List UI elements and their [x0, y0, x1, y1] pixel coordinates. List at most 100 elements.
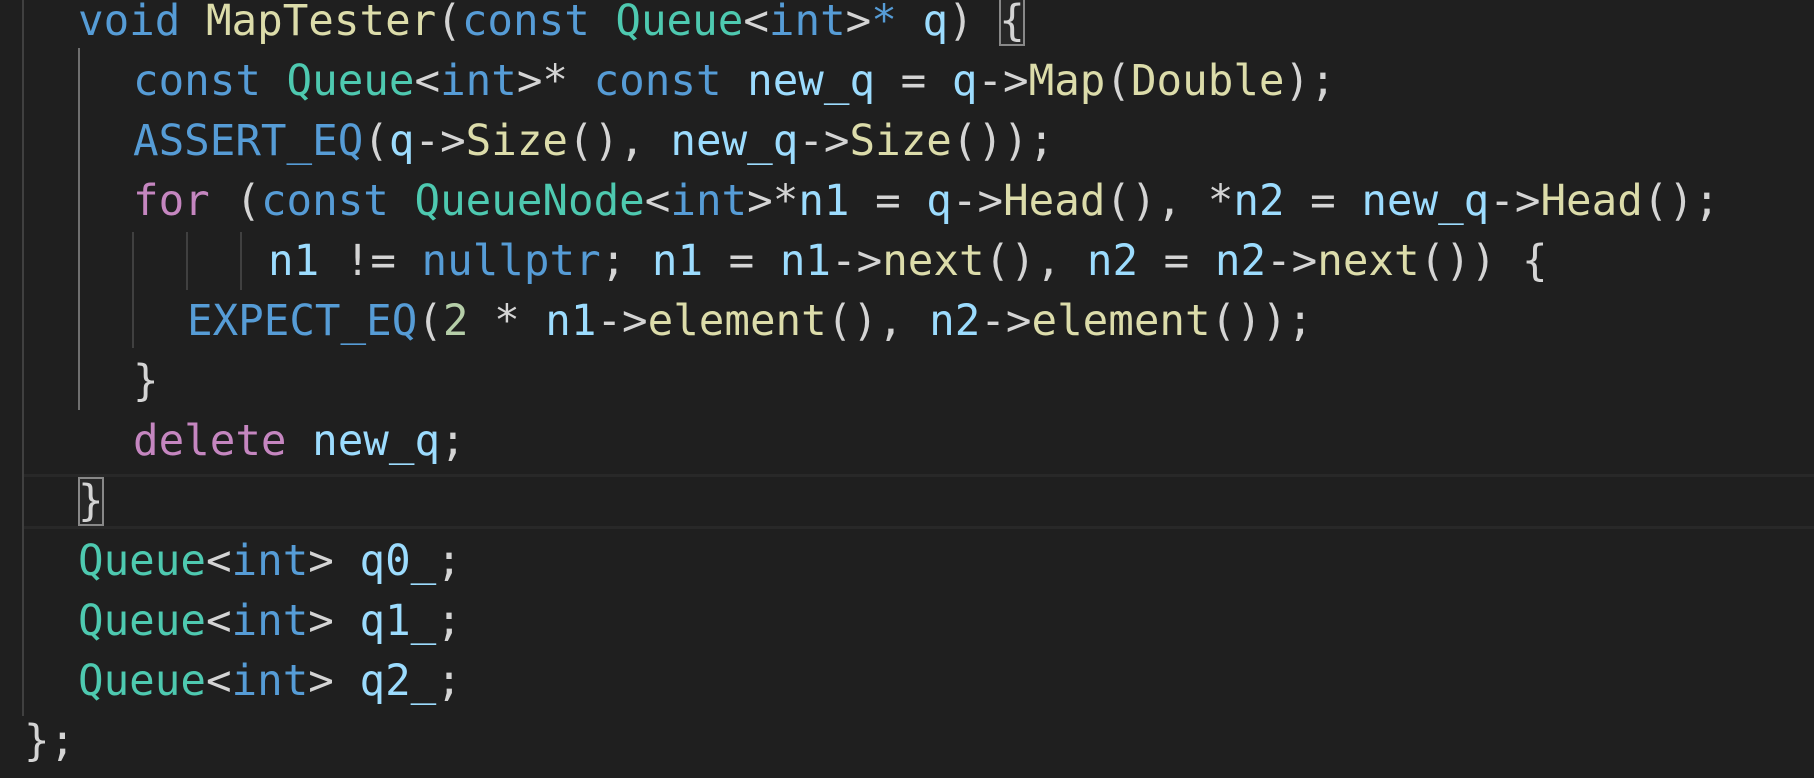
code-token: q [388, 117, 415, 166]
code-token: ( [209, 177, 261, 226]
code-text: n1 != nullptr; n1 = n1->next(), n2 = n2-… [268, 232, 1548, 292]
code-text: Queue<int> q1_; [78, 592, 462, 652]
code-token: n1 [779, 237, 831, 286]
code-token: int [768, 0, 846, 46]
code-token: ( [1105, 57, 1131, 106]
code-token: = [1284, 177, 1362, 226]
code-token: ; [440, 417, 466, 466]
code-token: ); [1284, 57, 1336, 106]
code-token: Queue [78, 657, 206, 706]
code-token: 2 [442, 297, 469, 346]
code-token: -> [951, 177, 1004, 226]
code-token: q0_ [359, 537, 437, 586]
code-line-9[interactable]: } [0, 472, 1814, 532]
code-token: ()); [1210, 297, 1313, 346]
code-token: Size [465, 117, 569, 166]
code-token: = [875, 57, 952, 106]
code-token: const [593, 57, 722, 106]
code-token: new_q [747, 57, 876, 106]
code-token: element [1031, 297, 1211, 346]
code-token: -> [831, 237, 883, 286]
code-token: = [703, 237, 780, 286]
code-line-10[interactable]: Queue<int> q0_; [0, 532, 1814, 592]
code-line-13[interactable]: }; [0, 712, 1814, 772]
code-token: Queue [78, 537, 206, 586]
code-token: (), [984, 237, 1087, 286]
code-token: < [205, 537, 232, 586]
code-token: (), * [1105, 177, 1234, 226]
code-token: Head [1003, 177, 1106, 226]
code-token: EXPECT_EQ [187, 297, 418, 346]
code-token: Size [849, 117, 952, 166]
code-line-5[interactable]: n1 != nullptr; n1 = n1->next(), n2 = n2-… [0, 232, 1814, 292]
code-line-4[interactable]: for (const QueueNode<int>*n1 = q->Head()… [0, 172, 1814, 232]
code-editor[interactable]: void MapTester(const Queue<int>* q) { co… [0, 0, 1814, 778]
code-token: Map [1028, 57, 1106, 106]
code-token: > [845, 0, 872, 46]
code-token: -> [596, 297, 648, 346]
code-token: void [78, 0, 181, 46]
code-text: Queue<int> q0_; [78, 532, 462, 592]
code-token: = [1138, 237, 1215, 286]
code-token: ) [948, 0, 1000, 46]
code-text: Queue<int> q2_; [78, 652, 462, 712]
code-token: for [133, 177, 210, 226]
code-line-12[interactable]: Queue<int> q2_; [0, 652, 1814, 712]
code-line-8[interactable]: delete new_q; [0, 412, 1814, 472]
code-token: ()) { [1419, 237, 1548, 286]
code-token: ( [436, 0, 462, 46]
code-text: }; [24, 712, 75, 772]
code-token: q [951, 57, 978, 106]
code-line-11[interactable]: Queue<int> q1_; [0, 592, 1814, 652]
code-token: ( [363, 117, 389, 166]
code-token: q [926, 177, 952, 226]
code-token: > [308, 657, 360, 706]
code-token: int [231, 657, 309, 706]
code-token: q1_ [359, 597, 437, 646]
matched-bracket: { [999, 0, 1025, 46]
code-token: Queue [286, 57, 415, 106]
code-token: int [440, 57, 517, 106]
code-token: n1 [798, 177, 850, 226]
code-line-7[interactable]: } [0, 352, 1814, 412]
code-text: const Queue<int>* const new_q = q->Map(D… [133, 52, 1336, 112]
code-token: ()); [951, 117, 1055, 166]
code-token: n2 [1214, 237, 1267, 286]
code-token: < [205, 597, 232, 646]
code-token: const [260, 177, 389, 226]
code-token: > [308, 537, 360, 586]
code-token: } [133, 357, 159, 406]
code-token: next [882, 237, 985, 286]
code-token: (), [568, 117, 671, 166]
code-token: n2 [929, 297, 981, 346]
code-line-1[interactable]: void MapTester(const Queue<int>* q) { [0, 0, 1814, 52]
code-token: ; [436, 537, 462, 586]
code-text: } [133, 352, 159, 412]
code-token: -> [1266, 237, 1318, 286]
code-token: QueueNode [414, 177, 645, 226]
code-token: const [461, 0, 590, 46]
code-token: n1 [651, 237, 704, 286]
code-token: Queue [78, 597, 206, 646]
code-token: n1 [268, 237, 320, 286]
code-token: * [468, 297, 546, 346]
code-token: ; [436, 657, 462, 706]
code-text: } [78, 472, 104, 532]
code-line-2[interactable]: const Queue<int>* const new_q = q->Map(D… [0, 52, 1814, 112]
code-token: }; [24, 717, 76, 766]
code-token: (); [1642, 177, 1720, 226]
code-token: != [319, 237, 422, 286]
code-token: int [231, 597, 309, 646]
code-token: < [205, 657, 232, 706]
code-token: nullptr [421, 237, 601, 286]
code-token: >* [516, 57, 594, 106]
code-token: * [871, 0, 897, 46]
code-line-6[interactable]: EXPECT_EQ(2 * n1->element(), n2->element… [0, 292, 1814, 352]
code-token: ASSERT_EQ [133, 117, 364, 166]
code-line-3[interactable]: ASSERT_EQ(q->Size(), new_q->Size()); [0, 112, 1814, 172]
code-token: q2_ [359, 657, 437, 706]
